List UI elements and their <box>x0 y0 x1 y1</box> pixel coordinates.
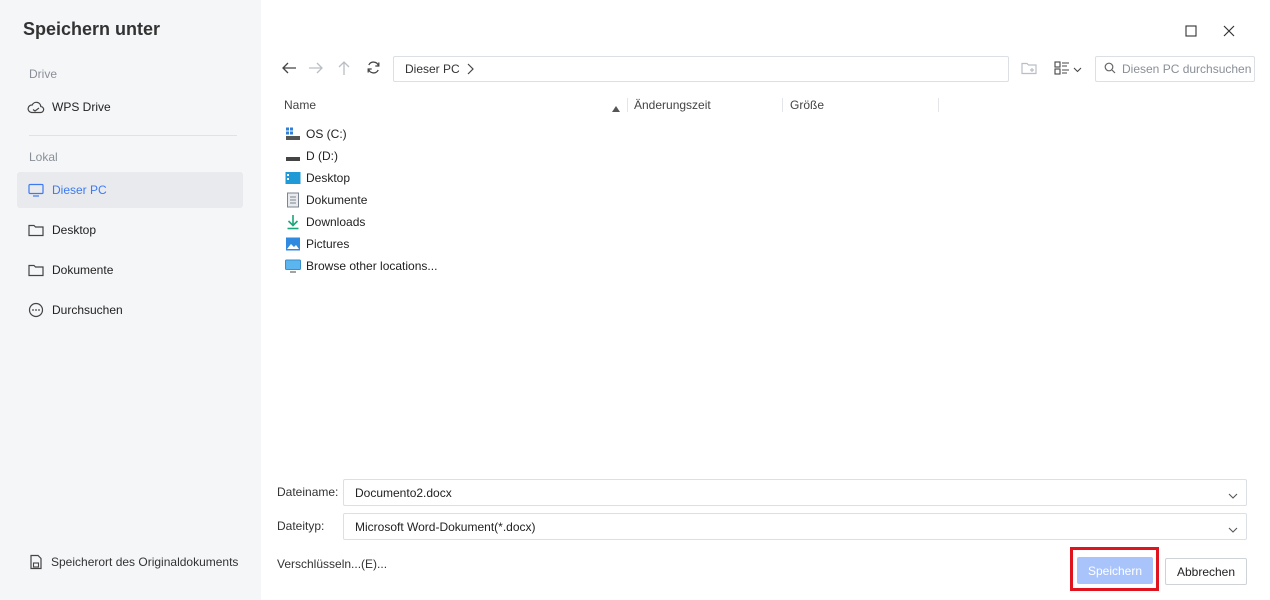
column-divider[interactable] <box>627 98 628 112</box>
sidebar-item-desktop[interactable]: Desktop <box>17 212 243 248</box>
arrow-right-icon <box>308 61 324 78</box>
chevron-down-icon[interactable] <box>1228 488 1238 502</box>
sidebar-item-documents[interactable]: Dokumente <box>17 252 243 288</box>
pictures-icon <box>284 236 302 252</box>
list-item[interactable]: D (D:) <box>284 146 338 166</box>
maximize-button[interactable] <box>1181 22 1201 42</box>
folder-icon <box>27 261 45 279</box>
column-header-name[interactable]: Name <box>284 98 316 112</box>
forward-button[interactable] <box>306 59 326 79</box>
sidebar-divider <box>29 135 237 136</box>
original-location-label: Speicherort des Originaldokuments <box>51 555 239 569</box>
monitor-icon <box>27 181 45 199</box>
refresh-icon <box>366 60 381 78</box>
refresh-button[interactable] <box>363 59 383 79</box>
new-folder-button[interactable] <box>1019 59 1039 79</box>
filetype-select[interactable]: Microsoft Word-Dokument(*.docx) <box>343 513 1247 540</box>
close-icon <box>1223 25 1235 40</box>
column-divider[interactable] <box>938 98 939 112</box>
list-item-label: Downloads <box>306 215 366 229</box>
list-item[interactable]: Dokumente <box>284 190 367 210</box>
filename-value[interactable]: Documento2.docx <box>355 486 452 500</box>
desktop-folder-icon <box>284 170 302 186</box>
filetype-label: Dateityp: <box>277 519 325 533</box>
folder-icon <box>27 221 45 239</box>
list-item-label: D (D:) <box>306 149 338 163</box>
monitor-icon <box>284 258 302 274</box>
list-item-label: Dokumente <box>306 193 368 207</box>
back-button[interactable] <box>279 59 299 79</box>
arrow-up-icon <box>337 60 351 79</box>
sidebar-item-wps-drive[interactable]: WPS Drive <box>17 89 243 125</box>
drive-icon <box>284 148 302 164</box>
sidebar-item-label: Dieser PC <box>52 183 107 197</box>
more-circle-icon <box>27 301 45 319</box>
sidebar: Speichern unter Drive WPS Drive Lokal Di… <box>0 0 261 600</box>
encrypt-link[interactable]: Verschlüsseln...(E)... <box>277 557 387 571</box>
new-folder-icon <box>1021 61 1037 78</box>
original-location-link[interactable]: Speicherort des Originaldokuments <box>27 553 238 571</box>
list-item[interactable]: Browse other locations... <box>284 256 437 276</box>
sidebar-item-label: Dokumente <box>52 263 114 277</box>
download-icon <box>284 214 302 230</box>
list-item-label: Browse other locations... <box>306 259 438 273</box>
chevron-down-icon <box>1073 62 1082 76</box>
search-icon <box>1104 62 1116 77</box>
maximize-icon <box>1185 24 1197 40</box>
list-item[interactable]: Pictures <box>284 234 349 254</box>
search-box[interactable] <box>1095 56 1255 82</box>
document-location-icon <box>27 553 45 571</box>
column-header-modified[interactable]: Änderungszeit <box>634 98 711 112</box>
list-item-label: OS (C:) <box>306 127 347 141</box>
list-item-label: Pictures <box>306 237 350 251</box>
documents-icon <box>284 192 302 208</box>
search-input[interactable] <box>1122 62 1252 76</box>
sidebar-item-label: Desktop <box>52 223 97 237</box>
cancel-button[interactable]: Abbrechen <box>1165 558 1247 585</box>
chevron-down-icon[interactable] <box>1228 522 1238 536</box>
section-label-drive: Drive <box>29 67 58 81</box>
list-item[interactable]: Desktop <box>284 168 350 188</box>
column-header-size[interactable]: Größe <box>790 98 824 112</box>
filename-input[interactable]: Documento2.docx <box>343 479 1247 506</box>
breadcrumb-item-this-pc[interactable]: Dieser PC <box>405 62 460 76</box>
view-mode-button[interactable] <box>1052 59 1084 79</box>
sidebar-item-label: Durchsuchen <box>52 303 123 317</box>
dialog-title: Speichern unter <box>23 19 161 39</box>
close-button[interactable] <box>1219 22 1239 42</box>
list-item[interactable]: OS (C:) <box>284 124 347 144</box>
sidebar-item-this-pc[interactable]: Dieser PC <box>17 172 243 208</box>
save-button[interactable]: Speichern <box>1077 557 1153 584</box>
section-label-local: Lokal <box>29 150 58 164</box>
sidebar-item-label: WPS Drive <box>52 100 111 114</box>
list-item[interactable]: Downloads <box>284 212 365 232</box>
chevron-right-icon[interactable] <box>466 63 474 75</box>
list-item-label: Desktop <box>306 171 351 185</box>
sort-ascending-icon <box>612 101 620 115</box>
arrow-left-icon <box>281 61 297 78</box>
column-divider[interactable] <box>782 98 783 112</box>
filetype-value[interactable]: Microsoft Word-Dokument(*.docx) <box>355 520 536 534</box>
filename-label: Dateiname: <box>277 485 339 499</box>
cloud-icon <box>27 98 45 116</box>
windows-drive-icon <box>284 126 302 142</box>
sidebar-item-browse[interactable]: Durchsuchen <box>17 292 243 328</box>
breadcrumb[interactable]: Dieser PC <box>393 56 1009 82</box>
up-button[interactable] <box>334 59 354 79</box>
view-list-icon <box>1054 60 1070 78</box>
